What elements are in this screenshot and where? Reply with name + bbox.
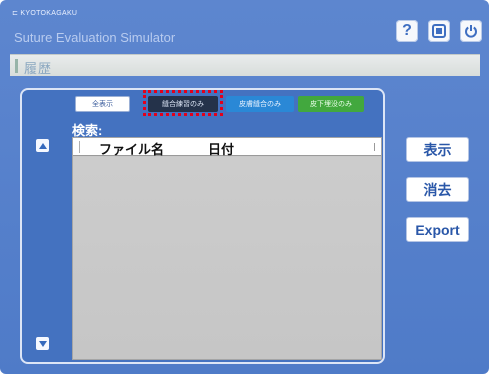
- list-header: ファイル名 日付: [73, 138, 381, 158]
- file-list[interactable]: ファイル名 日付: [72, 137, 382, 360]
- column-resize-handle[interactable]: [374, 143, 375, 151]
- scroll-down-button[interactable]: [36, 337, 49, 350]
- power-icon: [465, 25, 477, 38]
- arrow-down-icon: [38, 340, 47, 347]
- scroll-up-button[interactable]: [36, 139, 49, 152]
- list-body[interactable]: [73, 157, 381, 359]
- brand-name: KYOTOKAGAKU: [20, 10, 78, 17]
- delete-button[interactable]: 消去: [406, 177, 469, 202]
- home-icon: [432, 24, 446, 38]
- column-header-date[interactable]: 日付: [208, 139, 234, 158]
- export-button[interactable]: Export: [406, 217, 469, 242]
- brand-logo: ⊏ KYOTOKAGAKU: [12, 9, 77, 17]
- column-header-filename[interactable]: ファイル名: [99, 139, 164, 158]
- arrow-up-icon: [38, 142, 47, 149]
- app-title: Suture Evaluation Simulator: [14, 30, 176, 45]
- highlight-annotation: [143, 90, 223, 116]
- app-window: ⊏ KYOTOKAGAKU Suture Evaluation Simulato…: [0, 0, 489, 374]
- home-button[interactable]: [428, 20, 450, 42]
- show-button[interactable]: 表示: [406, 137, 469, 162]
- help-button[interactable]: ?: [396, 20, 418, 42]
- history-panel: 全表示 縫合練習のみ 皮膚縫合のみ 皮下埋没のみ 検索: ファイル名 日付: [20, 88, 385, 364]
- filter-all-button[interactable]: 全表示: [75, 96, 130, 112]
- help-icon: ?: [402, 22, 412, 39]
- filter-skin-button[interactable]: 皮膚縫合のみ: [226, 96, 294, 112]
- tab-history[interactable]: 履歴: [10, 54, 480, 76]
- power-button[interactable]: [460, 20, 482, 42]
- tab-history-label: 履歴: [24, 61, 53, 76]
- filter-subcutaneous-button[interactable]: 皮下埋没のみ: [298, 96, 364, 112]
- column-separator: [79, 141, 80, 153]
- tab-marker: [15, 59, 18, 73]
